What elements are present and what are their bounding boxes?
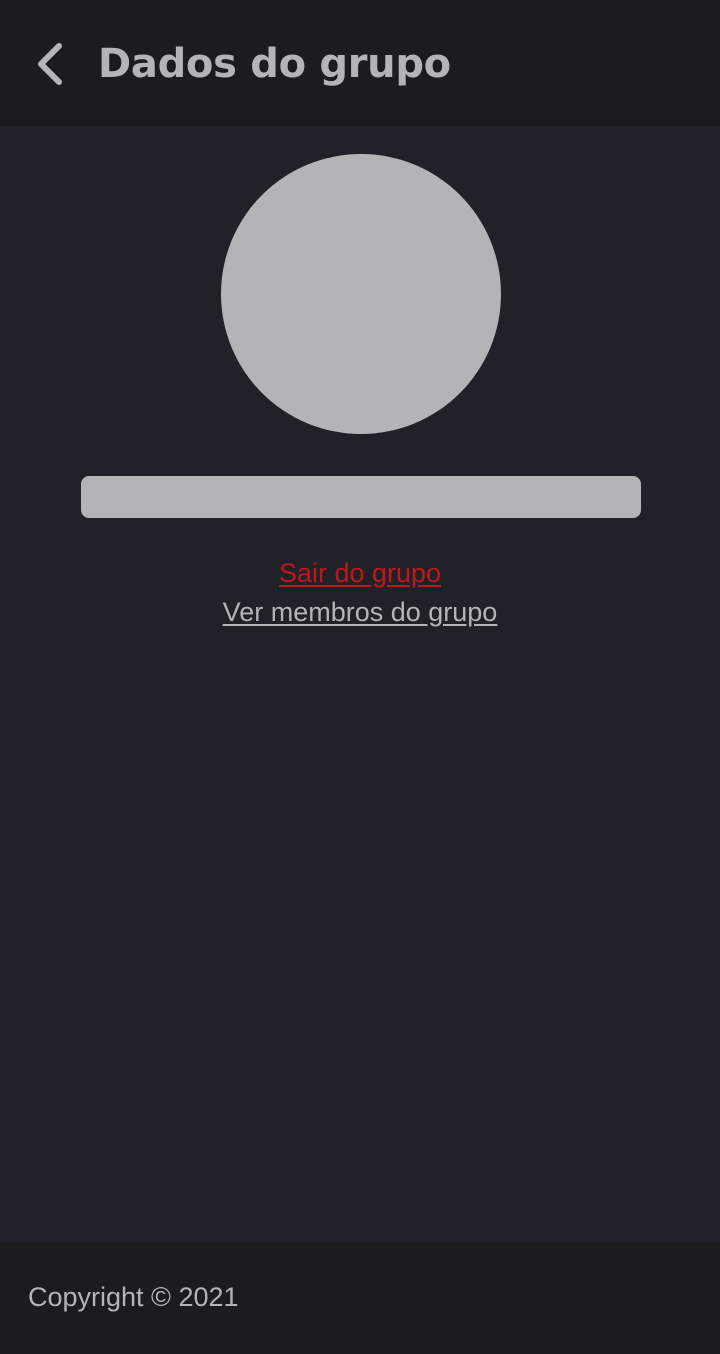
group-actions: Sair do grupo Ver membros do grupo bbox=[0, 554, 720, 632]
back-button[interactable] bbox=[22, 30, 78, 98]
chevron-left-icon bbox=[38, 43, 62, 85]
app-root: Dados do grupo Sair do grupo Ver membros… bbox=[0, 0, 720, 1354]
group-details: Sair do grupo Ver membros do grupo bbox=[0, 126, 720, 1243]
group-name-placeholder bbox=[81, 476, 641, 518]
top-bar: Dados do grupo bbox=[0, 0, 720, 126]
footer: Copyright © 2021 bbox=[0, 1243, 720, 1354]
group-avatar bbox=[221, 154, 501, 434]
leave-group-link[interactable]: Sair do grupo bbox=[0, 554, 720, 593]
copyright-text: Copyright © 2021 bbox=[28, 1282, 239, 1312]
view-members-link[interactable]: Ver membros do grupo bbox=[0, 593, 720, 632]
page-title: Dados do grupo bbox=[98, 41, 451, 87]
